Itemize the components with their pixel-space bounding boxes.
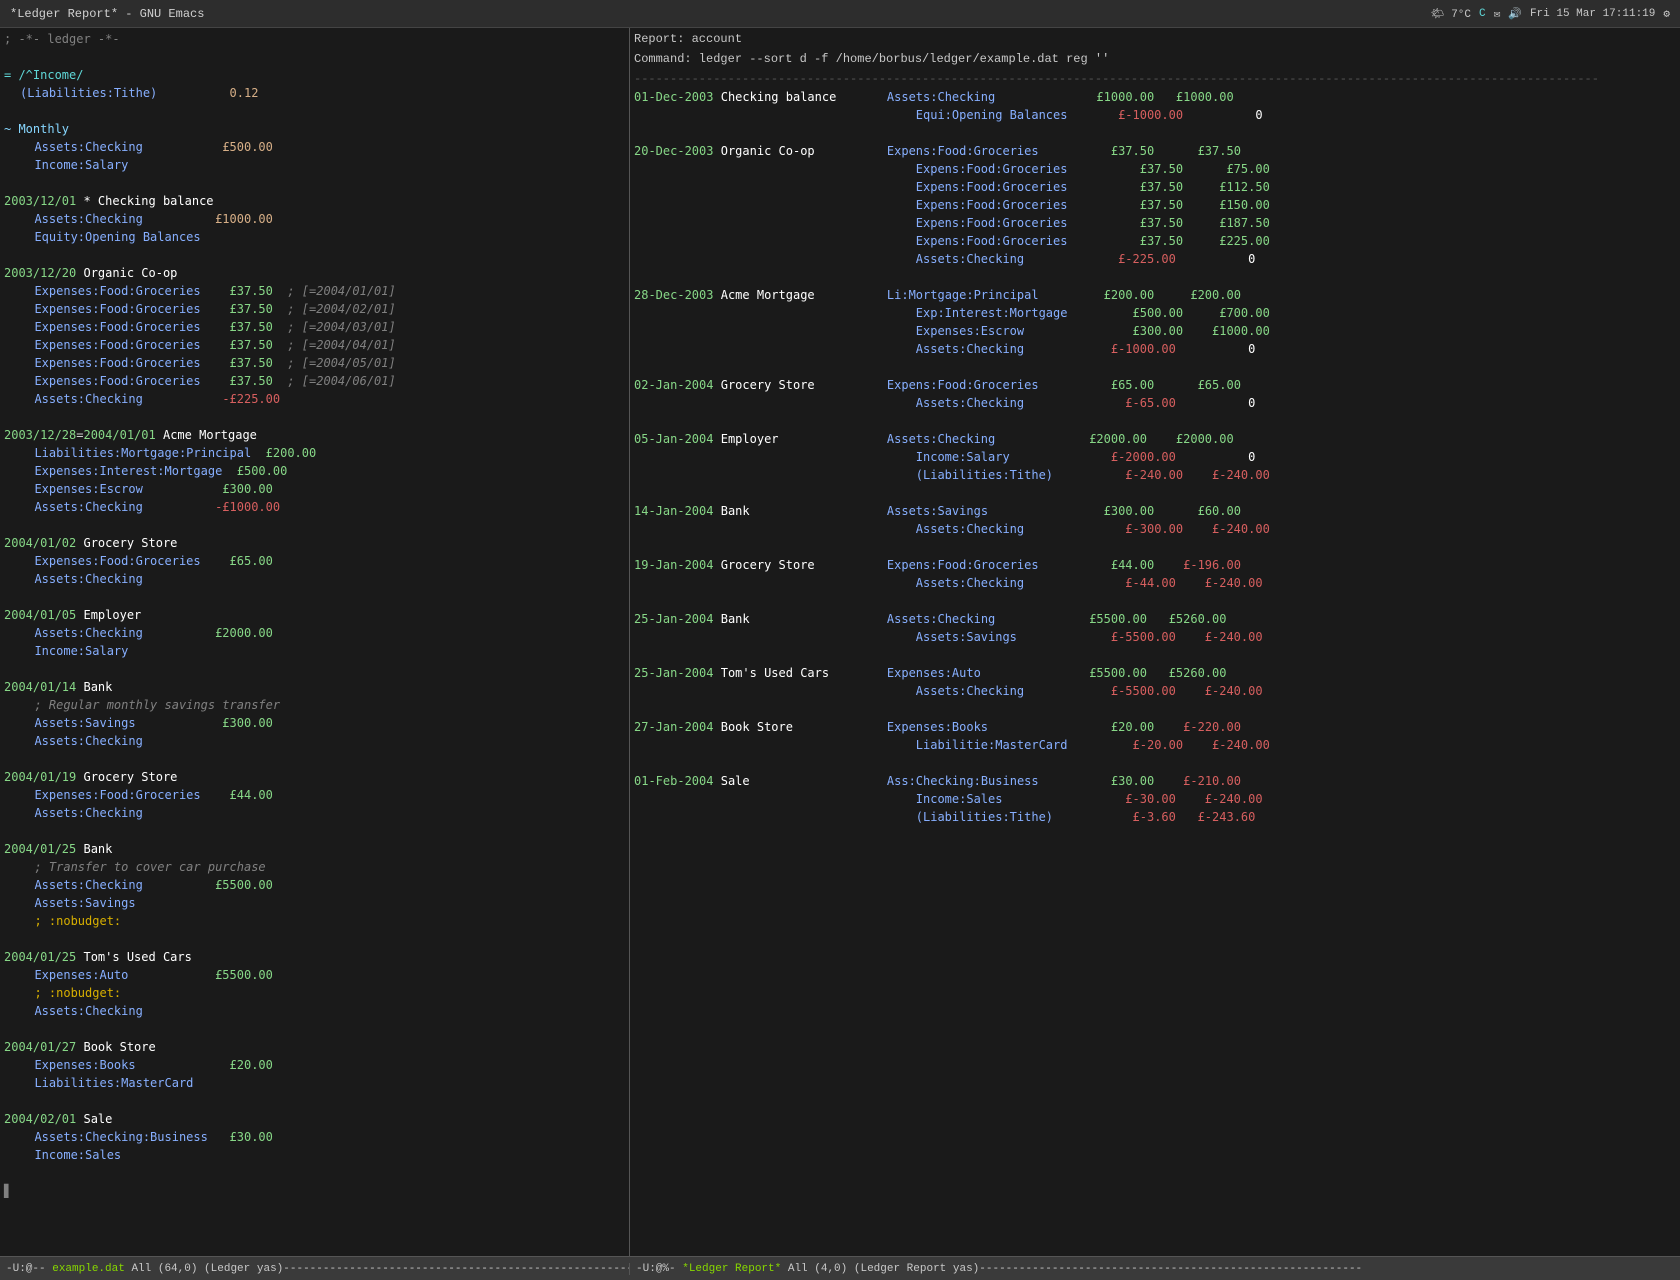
editor-text: ; -*- ledger -*- = /^Income/ (Liabilitie… bbox=[4, 30, 625, 1200]
sync-icon: C bbox=[1479, 8, 1486, 20]
status-right-text: -U:@%- *Ledger Report* All (4,0) (Ledger… bbox=[636, 1263, 1362, 1275]
window-title: *Ledger Report* - GNU Emacs bbox=[10, 7, 204, 21]
status-left: -U:@-- example.dat All (64,0) (Ledger ya… bbox=[0, 1263, 630, 1275]
status-left-text: -U:@-- example.dat All (64,0) (Ledger ya… bbox=[6, 1263, 630, 1275]
datetime: Fri 15 Mar 17:11:19 bbox=[1530, 8, 1655, 20]
titlebar-right: 🌤 7°C C ✉ 🔊 Fri 15 Mar 17:11:19 ⚙ bbox=[1431, 7, 1670, 21]
main-area: ; -*- ledger -*- = /^Income/ (Liabilitie… bbox=[0, 28, 1680, 1256]
weather: 🌤 7°C bbox=[1431, 7, 1471, 21]
report-header-line: Report: account bbox=[634, 30, 1676, 48]
editor-content[interactable]: ; -*- ledger -*- = /^Income/ (Liabilitie… bbox=[0, 28, 629, 1256]
settings-icon: ⚙ bbox=[1663, 7, 1670, 21]
statusbar: -U:@-- example.dat All (64,0) (Ledger ya… bbox=[0, 1256, 1680, 1280]
audio-icons: 🔊 bbox=[1508, 7, 1522, 21]
right-pane[interactable]: Report: account Command: ledger --sort d… bbox=[630, 28, 1680, 1256]
left-pane[interactable]: ; -*- ledger -*- = /^Income/ (Liabilitie… bbox=[0, 28, 630, 1256]
titlebar: *Ledger Report* - GNU Emacs 🌤 7°C C ✉ 🔊 … bbox=[0, 0, 1680, 28]
report-data: 01-Dec-2003 Checking balance Assets:Chec… bbox=[634, 88, 1676, 826]
mail-icon: ✉ bbox=[1494, 7, 1501, 21]
command-line: Command: ledger --sort d -f /home/borbus… bbox=[634, 50, 1676, 68]
status-right: -U:@%- *Ledger Report* All (4,0) (Ledger… bbox=[630, 1263, 1680, 1275]
report-content: Report: account Command: ledger --sort d… bbox=[630, 28, 1680, 1256]
separator-line: ----------------------------------------… bbox=[634, 70, 1676, 88]
